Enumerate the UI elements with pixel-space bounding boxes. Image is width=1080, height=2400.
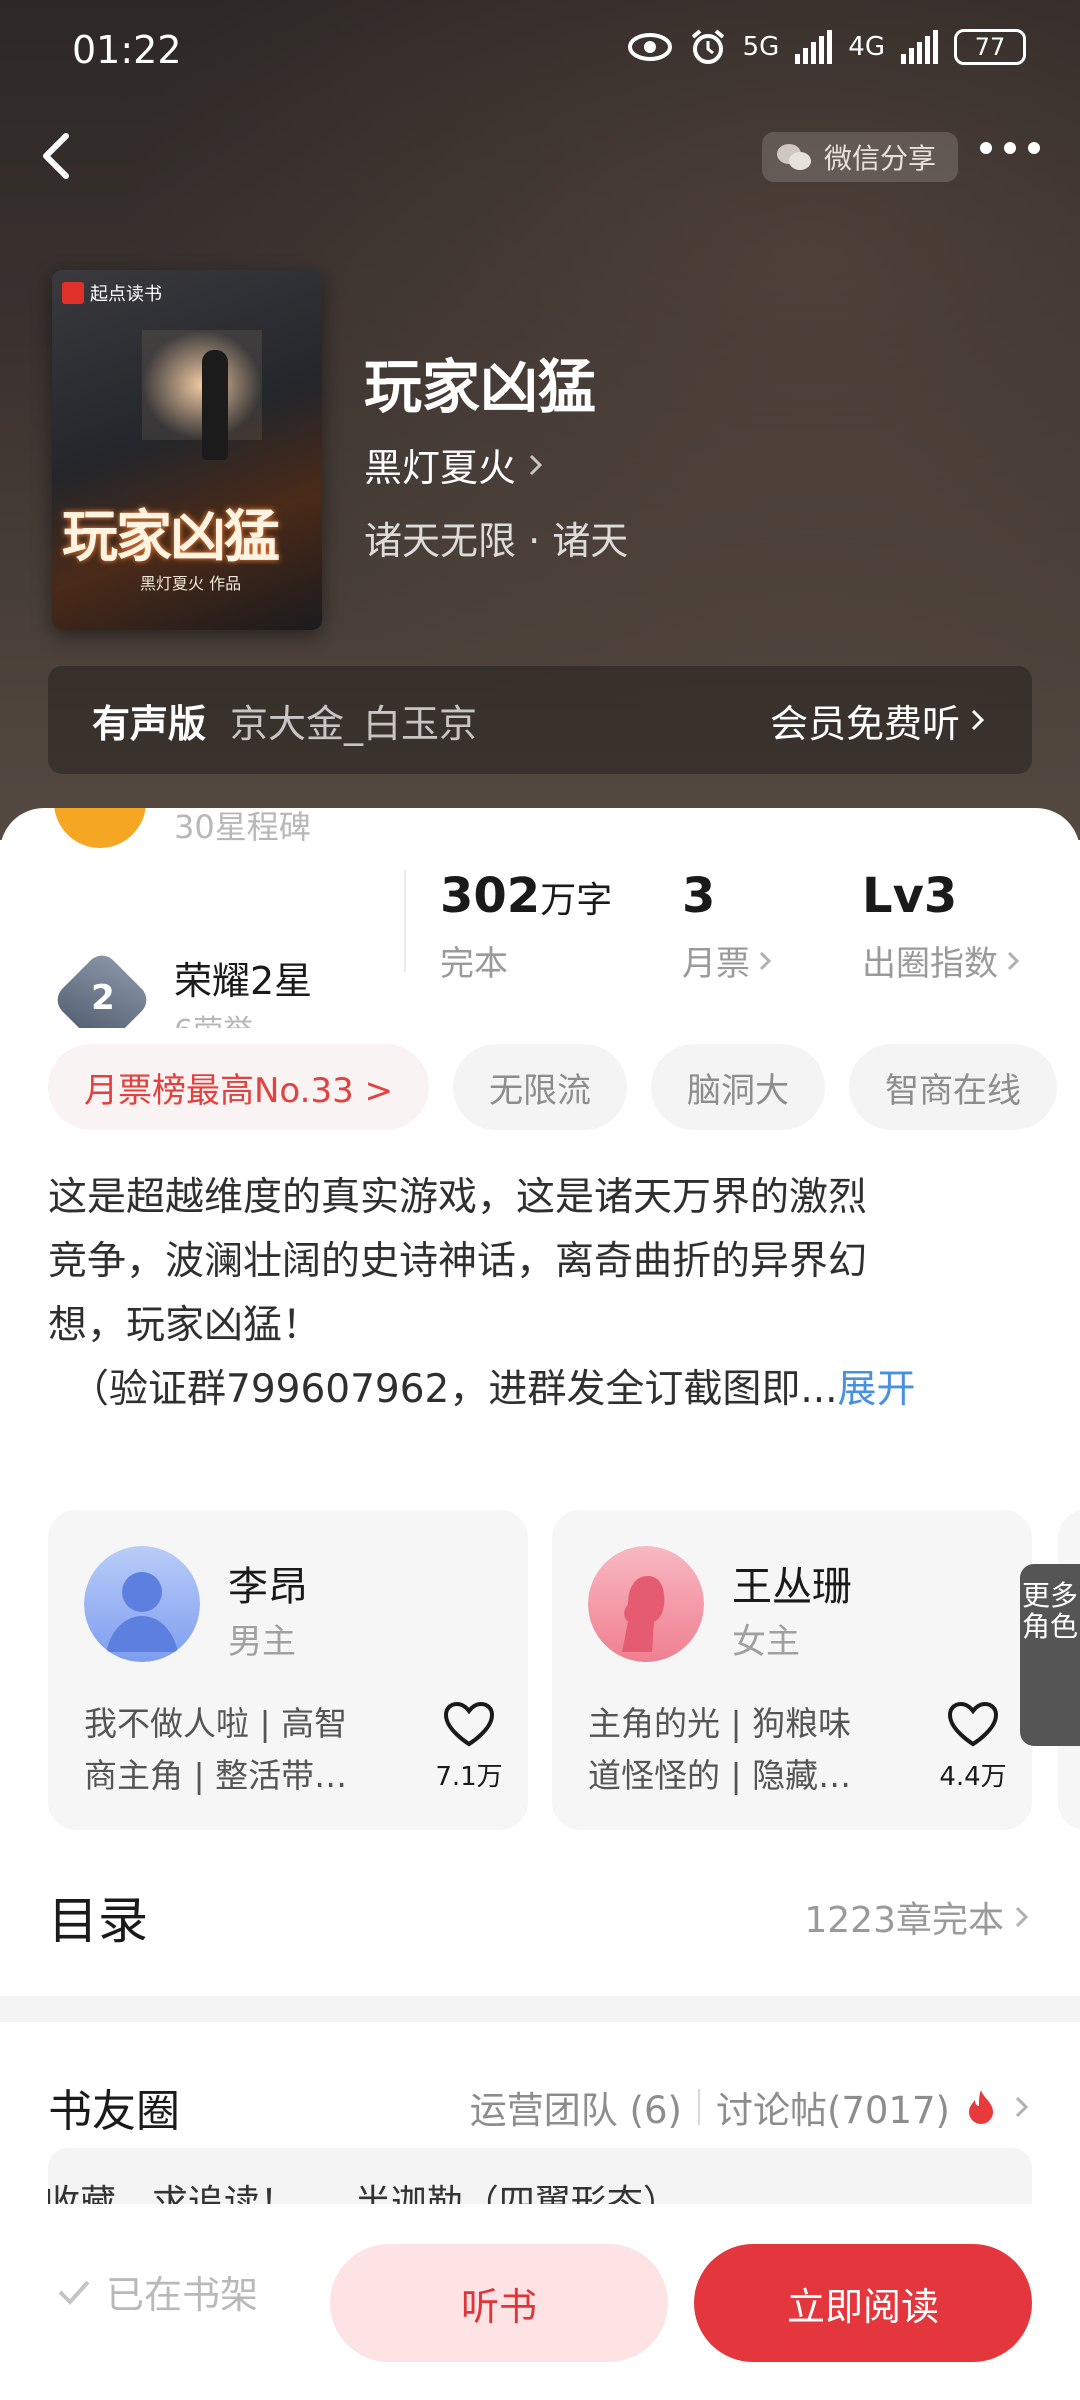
tag-rank[interactable]: 月票榜最高No.33 > bbox=[48, 1044, 430, 1130]
character-desc: 主角的光 | 狗粮味 道怪怪的 | 隐藏… bbox=[588, 1704, 852, 1795]
character-list: 李昂 男主 我不做人啦 | 高智 商主角 | 整活带… 7.1万 王丛珊 女主 主… bbox=[48, 1510, 1080, 1830]
eye-icon bbox=[627, 33, 672, 61]
audio-tag: 有声版 bbox=[92, 701, 207, 746]
divider bbox=[404, 870, 406, 972]
toc-title: 目录 bbox=[48, 1892, 148, 1950]
chevron-right-icon[interactable] bbox=[1012, 2092, 1032, 2122]
cover-author: 黑灯夏火 作品 bbox=[140, 574, 242, 593]
medal-icon bbox=[54, 808, 146, 848]
stat-word-count: 302万字 完本 bbox=[440, 868, 613, 984]
toc-info: 1223章完本 bbox=[804, 1891, 1032, 1943]
section-gap bbox=[0, 1996, 1080, 2022]
status-bar: 01:22 5G 4G 77 bbox=[0, 0, 1080, 100]
author-name: 黑灯夏火 bbox=[364, 446, 517, 490]
character-role: 男主 bbox=[228, 1622, 296, 1662]
like-button[interactable]: 7.1万 bbox=[434, 1700, 504, 1793]
signal-icon bbox=[901, 30, 938, 64]
cover-title: 玩家凶猛 bbox=[62, 504, 280, 570]
chevron-right-icon bbox=[529, 454, 543, 475]
chevron-right-icon bbox=[971, 709, 985, 731]
tag-list: 月票榜最高No.33 > 无限流 脑洞大 智商在线 bbox=[48, 1044, 1058, 1130]
post-preview-text: 收藏，求追读！ … 半迦勒（四翼形态） bbox=[48, 2183, 679, 2208]
cover-figure bbox=[202, 350, 228, 460]
description-line: 这是超越维度的真实游戏，这是诸天万界的激烈 bbox=[48, 1175, 868, 1220]
cover-brand: 起点读书 bbox=[62, 280, 162, 306]
more-icon[interactable] bbox=[980, 142, 1040, 154]
honor-top-sub: 30星程碑 bbox=[174, 808, 311, 846]
book-genre: 诸天无限 · 诸天 bbox=[364, 519, 629, 563]
status-icons: 5G 4G 77 bbox=[627, 28, 1026, 66]
honor-carousel[interactable]: 30星程碑 2 荣耀2星 6荣誉 bbox=[0, 808, 400, 1028]
character-desc: 我不做人啦 | 高智 商主角 | 整活带… bbox=[84, 1704, 348, 1795]
fire-icon bbox=[969, 2090, 993, 2124]
book-title: 玩家凶猛 bbox=[364, 353, 597, 421]
tag-item[interactable]: 脑洞大 bbox=[651, 1044, 826, 1130]
like-button[interactable]: 4.4万 bbox=[938, 1700, 1008, 1793]
chevron-right-icon bbox=[759, 951, 772, 970]
wechat-icon bbox=[777, 144, 811, 170]
description-line: 竞争，波澜壮阔的史诗神话，离奇曲折的异界幻 bbox=[48, 1239, 868, 1284]
character-card[interactable]: 王丛珊 女主 主角的光 | 狗粮味 道怪怪的 | 隐藏… 4.4万 bbox=[552, 1510, 1032, 1830]
stat-popularity-index[interactable]: Lv3 出圈指数 bbox=[862, 868, 1022, 985]
table-of-contents-row[interactable]: 目录 1223章完本 bbox=[48, 1872, 1032, 1962]
like-count: 7.1万 bbox=[435, 1762, 503, 1792]
status-time: 01:22 bbox=[72, 28, 182, 72]
network-4g-label: 4G bbox=[848, 32, 885, 62]
check-icon bbox=[58, 2280, 90, 2305]
description-line: 想，玩家凶猛！ bbox=[48, 1303, 322, 1348]
heart-icon bbox=[443, 1701, 495, 1747]
expand-link[interactable]: 展开 bbox=[838, 1367, 916, 1412]
book-cover[interactable]: 起点读书 玩家凶猛 黑灯夏火 作品 bbox=[52, 270, 322, 630]
on-shelf-status: 已在书架 bbox=[56, 2264, 258, 2319]
circle-links: 运营团队 (6) 讨论帖(7017) bbox=[470, 2080, 1032, 2134]
chevron-right-icon bbox=[1015, 1906, 1029, 1928]
book-detail-page: 01:22 5G 4G 77 微信分享 起点读书 玩家凶猛 黑灯夏火 作品 玩家… bbox=[0, 0, 1080, 2400]
back-icon[interactable] bbox=[28, 126, 88, 186]
network-5g-label: 5G bbox=[742, 32, 780, 62]
honor-name: 荣耀2星 bbox=[174, 959, 313, 1003]
avatar bbox=[84, 1546, 200, 1662]
character-name: 王丛珊 bbox=[732, 1564, 852, 1610]
battery-icon: 77 bbox=[954, 29, 1026, 65]
listen-button[interactable]: 听书 bbox=[330, 2244, 668, 2362]
circle-title: 书友圈 bbox=[48, 2086, 180, 2137]
medal-number: 2 bbox=[91, 978, 115, 1018]
description-line: （验证群799607962，进群发全订截图即... bbox=[70, 1367, 838, 1412]
avatar bbox=[588, 1546, 704, 1662]
alarm-icon bbox=[691, 29, 724, 64]
author-link[interactable]: 黑灯夏火 bbox=[364, 437, 546, 492]
audio-version-bar[interactable]: 有声版 京大金_白玉京 会员免费听 bbox=[48, 666, 1032, 774]
stat-monthly-tickets[interactable]: 3 月票 bbox=[682, 868, 774, 985]
character-role: 女主 bbox=[732, 1622, 800, 1662]
battery-level: 77 bbox=[974, 33, 1006, 61]
share-label: 微信分享 bbox=[824, 142, 937, 175]
chevron-right-icon bbox=[1007, 951, 1020, 970]
top-bar: 微信分享 bbox=[0, 120, 1080, 190]
bottom-action-bar: 已在书架 听书 立即阅读 bbox=[0, 2204, 1080, 2400]
ops-team-link[interactable]: 运营团队 (6) bbox=[470, 2080, 682, 2134]
post-preview[interactable]: 收藏，求追读！ … 半迦勒（四翼形态） bbox=[48, 2148, 1032, 2208]
honor-sub: 6荣誉 bbox=[174, 1006, 253, 1028]
member-free-listen[interactable]: 会员免费听 bbox=[770, 693, 988, 748]
read-now-button[interactable]: 立即阅读 bbox=[694, 2244, 1032, 2362]
tag-item[interactable]: 无限流 bbox=[453, 1044, 628, 1130]
book-circle-header: 书友圈 运营团队 (6) 讨论帖(7017) bbox=[48, 2072, 1032, 2142]
divider bbox=[697, 2089, 700, 2125]
audio-narrator: 京大金_白玉京 bbox=[230, 701, 478, 746]
content-card: 30星程碑 2 荣耀2星 6荣誉 302万字 完本 3 月票 Lv3 出圈指数 … bbox=[0, 808, 1080, 2400]
character-name: 李昂 bbox=[228, 1564, 308, 1610]
heart-icon bbox=[947, 1701, 999, 1747]
tag-item[interactable]: 智商在线 bbox=[849, 1044, 1058, 1130]
like-count: 4.4万 bbox=[939, 1762, 1007, 1792]
wechat-share-button[interactable]: 微信分享 bbox=[762, 132, 959, 182]
book-description[interactable]: 这是超越维度的真实游戏，这是诸天万界的激烈 竞争，波澜壮阔的史诗神话，离奇曲折的… bbox=[48, 1166, 1038, 1422]
more-characters-button[interactable]: 更多角色 bbox=[1020, 1564, 1080, 1746]
character-card[interactable]: 李昂 男主 我不做人啦 | 高智 商主角 | 整活带… 7.1万 bbox=[48, 1510, 528, 1830]
posts-link[interactable]: 讨论帖(7017) bbox=[716, 2080, 950, 2134]
signal-icon bbox=[795, 30, 833, 64]
